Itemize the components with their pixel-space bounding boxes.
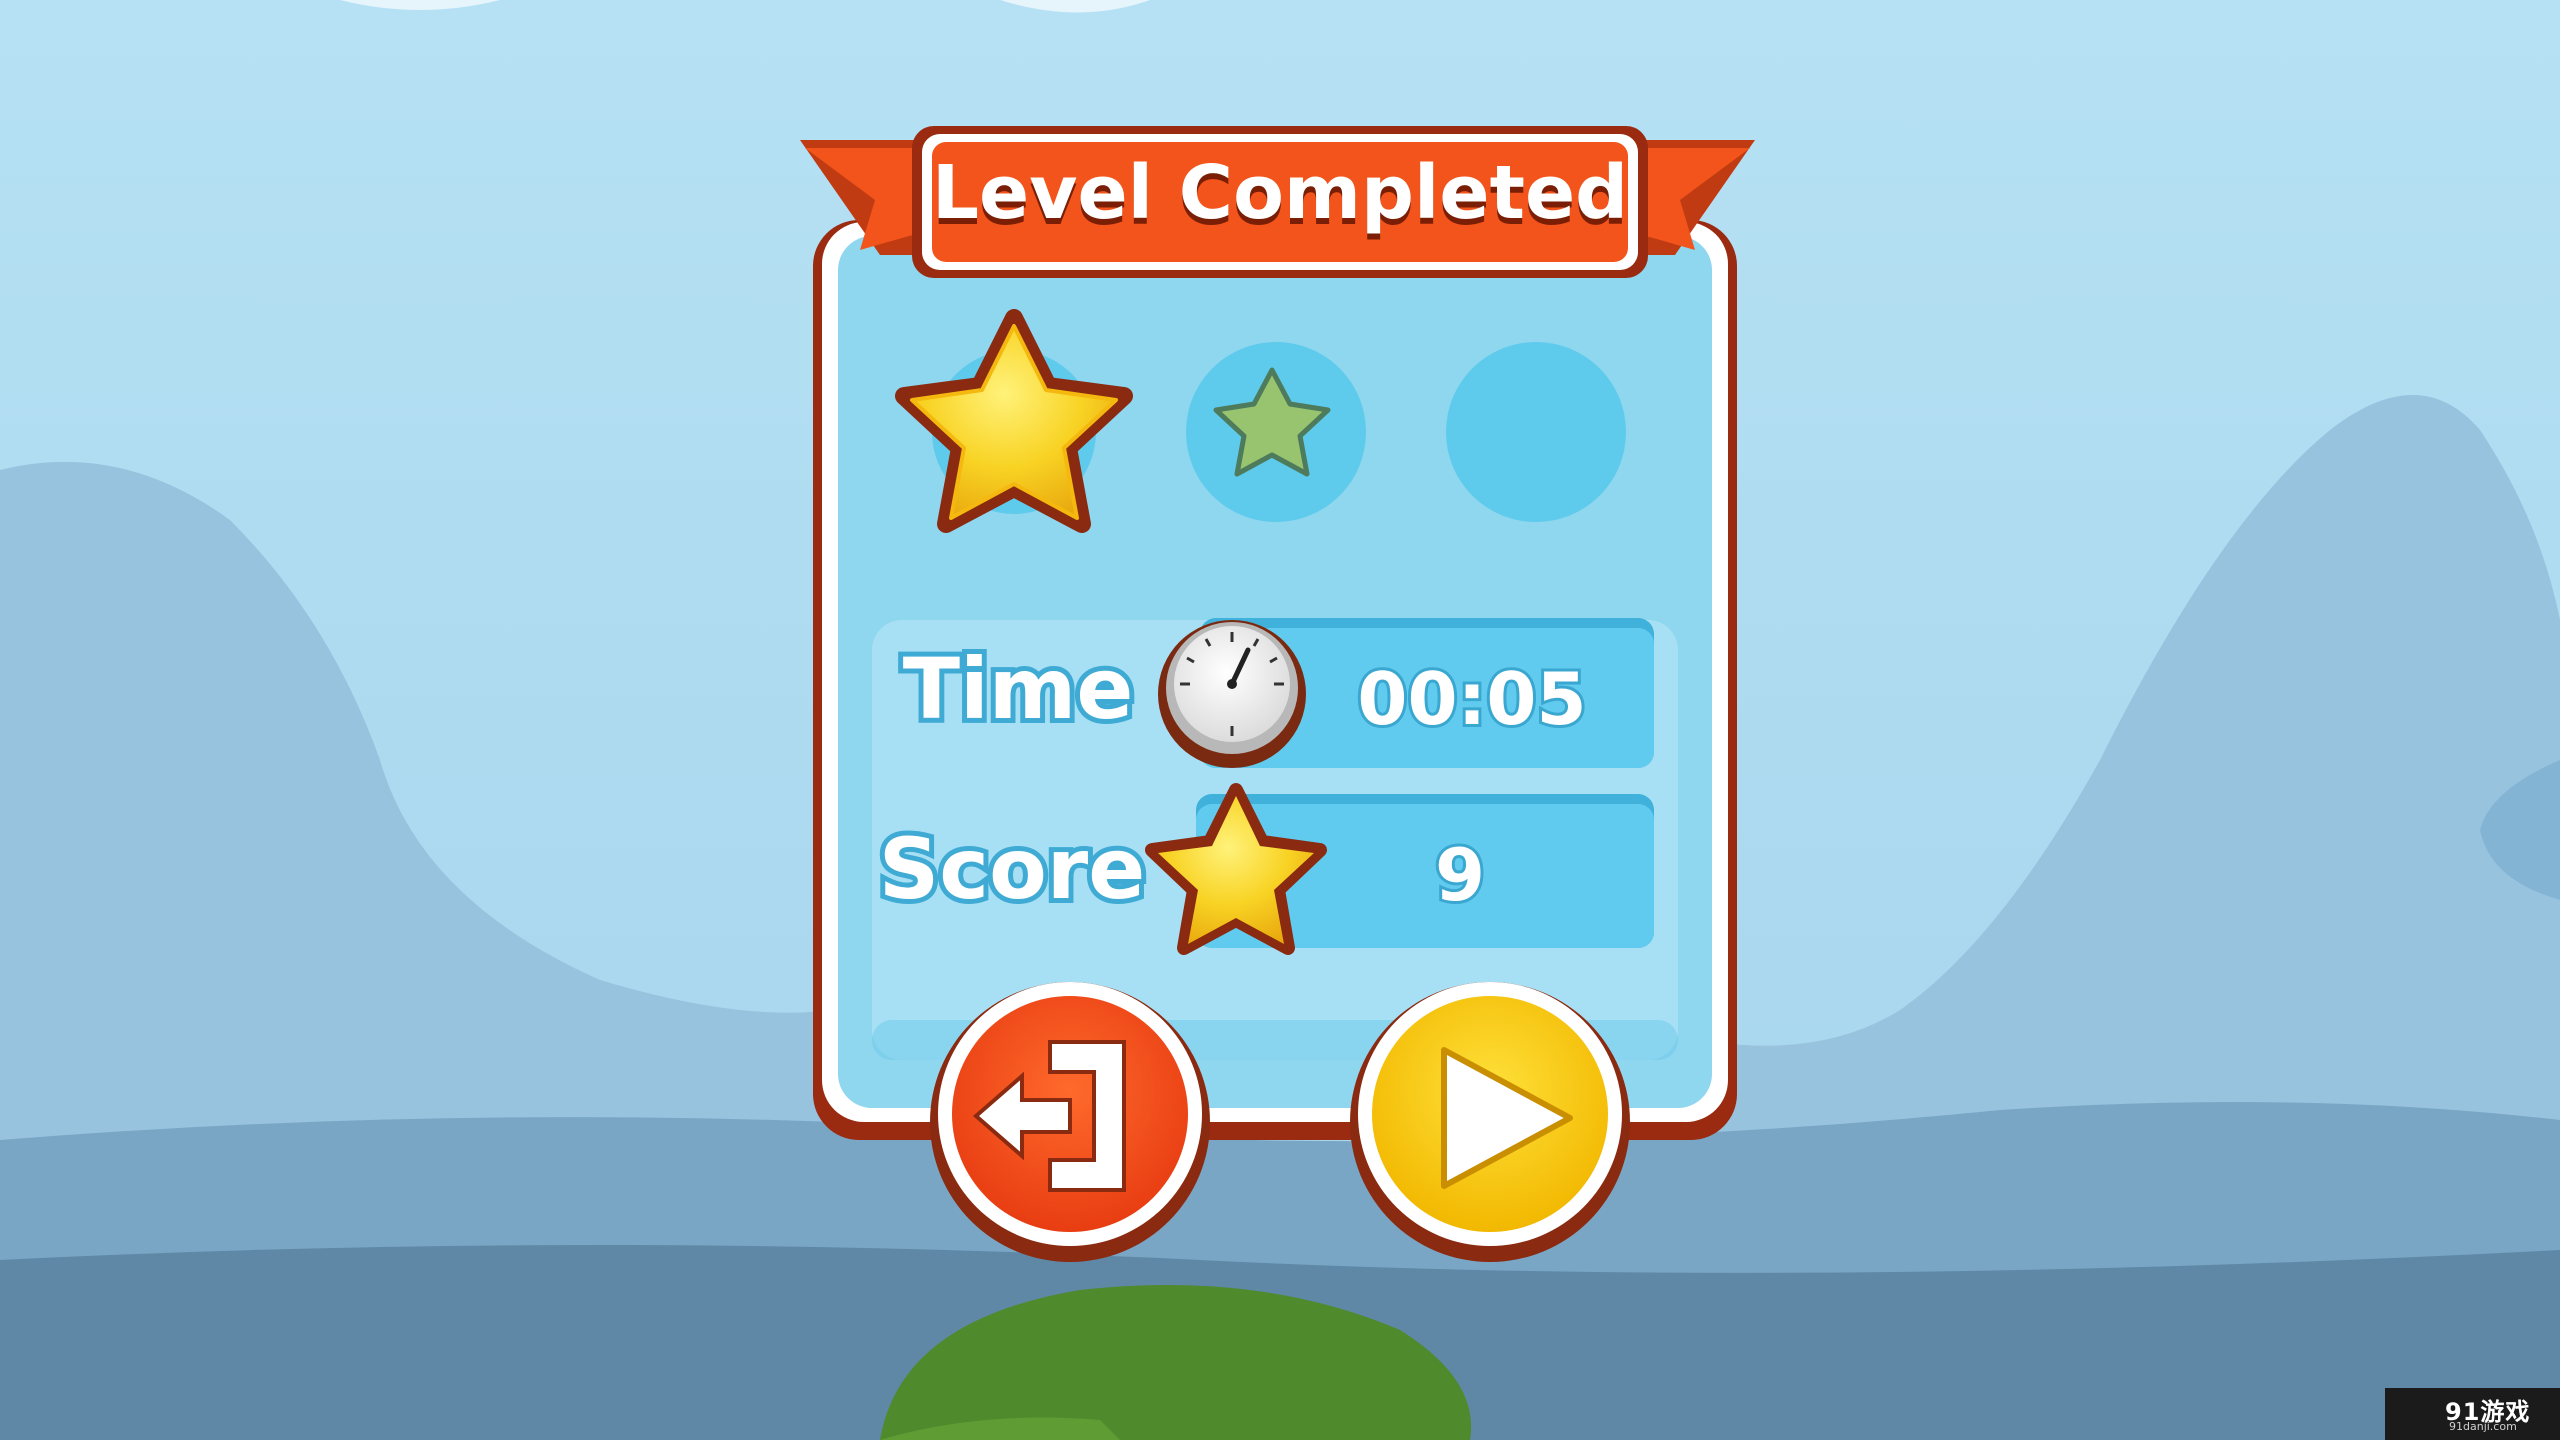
star-slot-3	[1446, 342, 1626, 522]
game-scene: Level Completed Level Completed Time 00:…	[0, 0, 2560, 1440]
next-level-button[interactable]	[1350, 982, 1630, 1262]
watermark-sub: 91danji.com	[2449, 1420, 2517, 1433]
dialog-title: Level Completed	[932, 150, 1628, 236]
score-label: Score	[879, 820, 1145, 918]
stars-row	[895, 309, 1626, 533]
time-value: 00:05	[1357, 657, 1586, 741]
score-value: 9	[1435, 833, 1485, 917]
exit-button[interactable]	[930, 982, 1210, 1262]
time-label: Time	[903, 640, 1134, 738]
title-ribbon: Level Completed Level Completed	[800, 126, 1755, 278]
watermark: 91游戏 91danji.com	[2385, 1388, 2560, 1440]
clock-center	[1227, 679, 1237, 689]
